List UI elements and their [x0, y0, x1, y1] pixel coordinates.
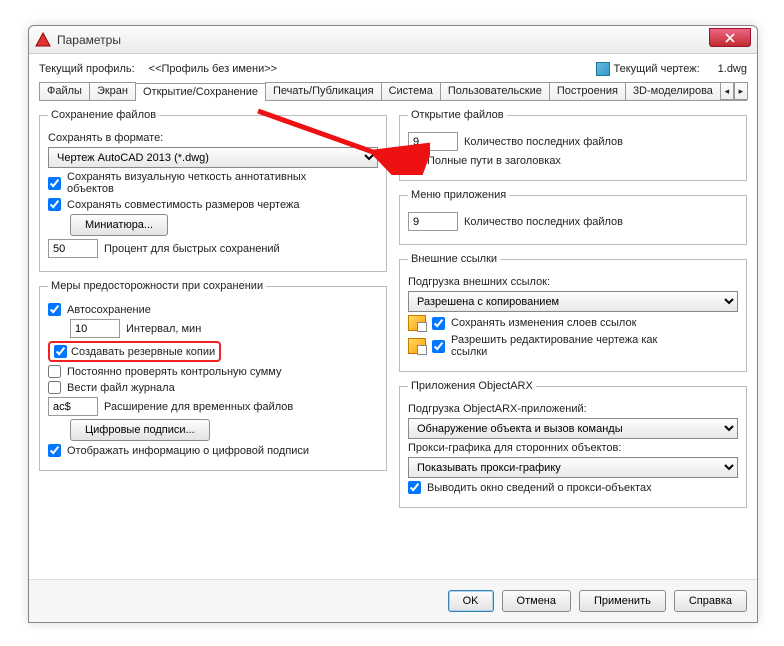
backup-highlight: Создавать резервные копии	[48, 341, 221, 362]
apply-button[interactable]: Применить	[579, 590, 666, 612]
appmenu-recent-input[interactable]	[408, 212, 458, 231]
cb-crc[interactable]	[48, 365, 61, 378]
close-icon	[725, 33, 735, 43]
cb-log[interactable]	[48, 381, 61, 394]
drawing-value: 1.dwg	[718, 63, 747, 75]
cb-log-label: Вести файл журнала	[67, 382, 175, 394]
app-icon	[35, 32, 51, 48]
tab-scroll-right[interactable]: ▸	[734, 82, 748, 100]
tab-system[interactable]: Система	[381, 82, 441, 100]
ext-label: Расширение для временных файлов	[104, 401, 293, 413]
group-open-files: Открытие файлов Количество последних фай…	[399, 109, 747, 181]
legend-save-files: Сохранение файлов	[48, 109, 159, 121]
proxy-label: Прокси-графика для сторонних объектов:	[408, 442, 621, 454]
cb-autosave[interactable]	[48, 303, 61, 316]
drawing-icon	[596, 62, 610, 76]
interval-input[interactable]	[70, 319, 120, 338]
options-dialog: Параметры Текущий профиль: <<Профиль без…	[28, 25, 758, 623]
group-xrefs: Внешние ссылки Подгрузка внешних ссылок:…	[399, 253, 747, 372]
group-save-files: Сохранение файлов Сохранять в формате: Ч…	[39, 109, 387, 272]
recent-files-label: Количество последних файлов	[464, 136, 623, 148]
tab-plot[interactable]: Печать/Публикация	[265, 82, 382, 100]
cb-backup-label: Создавать резервные копии	[71, 346, 215, 358]
tab-drafting[interactable]: Построения	[549, 82, 626, 100]
proxy-select[interactable]: Показывать прокси-графику	[408, 457, 738, 478]
ok-button[interactable]: OK	[448, 590, 494, 612]
legend-app-menu: Меню приложения	[408, 189, 509, 201]
group-app-menu: Меню приложения Количество последних фай…	[399, 189, 747, 245]
profile-value: <<Профиль без имени>>	[149, 63, 277, 75]
percent-input[interactable]	[48, 239, 98, 258]
dialog-footer: OK Отмена Применить Справка	[29, 579, 757, 622]
cancel-button[interactable]: Отмена	[502, 590, 571, 612]
cb-proxyinfo[interactable]	[408, 481, 421, 494]
tab-user[interactable]: Пользовательские	[440, 82, 550, 100]
xref-load-label: Подгрузка внешних ссылок:	[408, 276, 550, 288]
help-button[interactable]: Справка	[674, 590, 747, 612]
cb-fullpath[interactable]	[408, 154, 421, 167]
tab-display[interactable]: Экран	[89, 82, 136, 100]
window-title: Параметры	[57, 33, 121, 47]
legend-xrefs: Внешние ссылки	[408, 253, 500, 265]
xref-edit-icon	[408, 338, 426, 354]
tab-scroll-left[interactable]: ◂	[720, 82, 734, 100]
ext-input[interactable]	[48, 397, 98, 416]
percent-label: Процент для быстрых сохранений	[104, 243, 280, 255]
signatures-button[interactable]: Цифровые подписи...	[70, 419, 210, 441]
cb-siginfo-label: Отображать информацию о цифровой подписи	[67, 445, 309, 457]
legend-open-files: Открытие файлов	[408, 109, 507, 121]
cb-xref-layers-label: Сохранять изменения слоев ссылок	[451, 317, 636, 329]
cb-visual-label: Сохранять визуальную четкость аннотативн…	[67, 171, 327, 195]
cb-xref-edit-label: Разрешить редактирование чертежа как ссы…	[451, 334, 691, 358]
drawing-label: Текущий чертеж:	[614, 63, 700, 75]
cb-autosave-label: Автосохранение	[67, 304, 151, 316]
cb-visual[interactable]	[48, 177, 61, 190]
tab-files[interactable]: Файлы	[39, 82, 90, 100]
arx-load-select[interactable]: Обнаружение объекта и вызов команды	[408, 418, 738, 439]
xref-icon	[408, 315, 426, 331]
format-label: Сохранять в формате:	[48, 132, 163, 144]
titlebar: Параметры	[29, 26, 757, 54]
cb-backup[interactable]	[54, 345, 67, 358]
tab-strip: Файлы Экран Открытие/Сохранение Печать/П…	[39, 82, 747, 101]
cb-proxyinfo-label: Выводить окно сведений о прокси-объектах	[427, 482, 652, 494]
legend-arx: Приложения ObjectARX	[408, 380, 536, 392]
arx-load-label: Подгрузка ObjectARX-приложений:	[408, 403, 587, 415]
group-precautions: Меры предосторожности при сохранении Авт…	[39, 280, 387, 471]
group-arx: Приложения ObjectARX Подгрузка ObjectARX…	[399, 380, 747, 508]
cb-size[interactable]	[48, 198, 61, 211]
format-select[interactable]: Чертеж AutoCAD 2013 (*.dwg)	[48, 147, 378, 168]
close-button[interactable]	[709, 28, 751, 47]
cb-fullpath-label: Полные пути в заголовках	[427, 155, 561, 167]
profile-label: Текущий профиль:	[39, 63, 135, 75]
tab-3d[interactable]: 3D-моделирова	[625, 82, 721, 100]
legend-precautions: Меры предосторожности при сохранении	[48, 280, 266, 292]
cb-xref-edit[interactable]	[432, 340, 445, 353]
tab-open-save[interactable]: Открытие/Сохранение	[135, 83, 266, 101]
cb-xref-layers[interactable]	[432, 317, 445, 330]
recent-files-input[interactable]	[408, 132, 458, 151]
thumbnail-button[interactable]: Миниатюра...	[70, 214, 168, 236]
cb-crc-label: Постоянно проверять контрольную сумму	[67, 366, 281, 378]
interval-label: Интервал, мин	[126, 323, 201, 335]
appmenu-recent-label: Количество последних файлов	[464, 216, 623, 228]
cb-siginfo[interactable]	[48, 444, 61, 457]
cb-size-label: Сохранять совместимость размеров чертежа	[67, 199, 299, 211]
xref-load-select[interactable]: Разрешена с копированием	[408, 291, 738, 312]
